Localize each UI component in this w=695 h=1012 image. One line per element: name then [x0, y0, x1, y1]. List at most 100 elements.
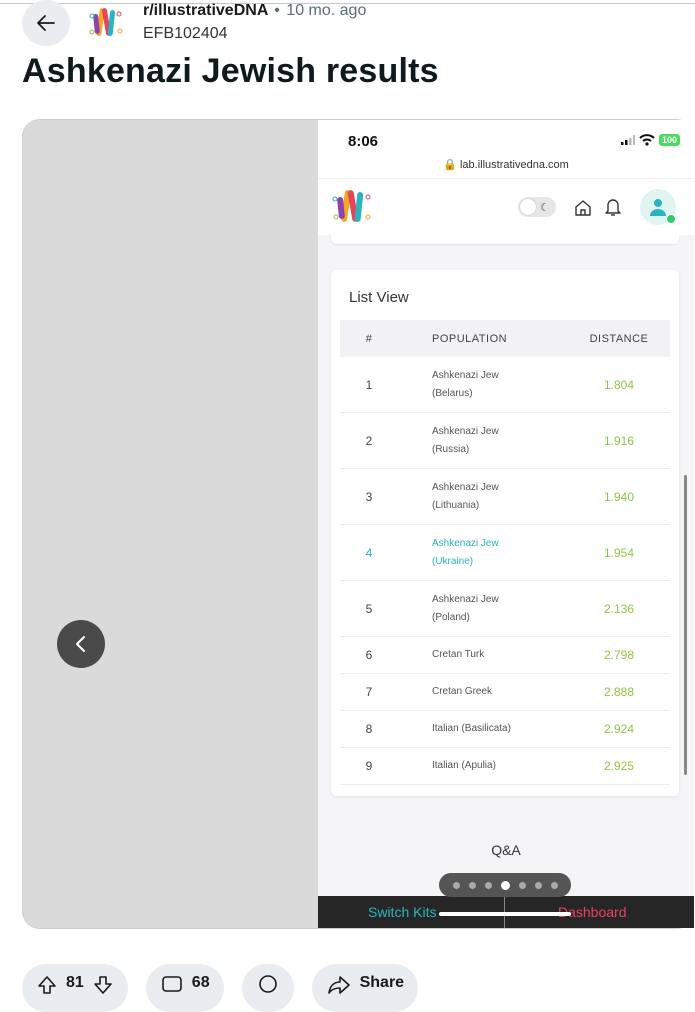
population-region: (Lithuania): [432, 499, 480, 511]
pagination-dot[interactable]: [484, 881, 492, 889]
illustrativedna-logo-icon: [89, 8, 123, 36]
post-age: 10 mo. ago: [286, 2, 367, 19]
population-name: Ashkenazi Jew: [432, 537, 499, 549]
page-scrollbar[interactable]: [684, 475, 687, 775]
comment-count: 68: [191, 974, 210, 991]
comment-icon: [161, 976, 182, 992]
row-population: Ashkenazi Jew (Belarus): [398, 367, 548, 403]
list-view-title: List View: [349, 289, 409, 306]
share-icon: [327, 976, 350, 994]
switch-kits-button[interactable]: Switch Kits: [368, 904, 436, 920]
pagination-dot[interactable]: [534, 881, 542, 889]
status-time: 8:06: [348, 133, 379, 150]
column-header-distance: DISTANCE: [589, 332, 649, 345]
row-distance: 2.924: [603, 722, 635, 736]
row-number: 1: [365, 377, 373, 392]
pagination-dot-active[interactable]: [500, 880, 510, 890]
arrow-left-icon: [37, 15, 55, 31]
gallery-previous-button[interactable]: [57, 620, 105, 668]
table-row: 2 Ashkenazi Jew (Russia) 1.916: [340, 413, 670, 469]
row-number: 3: [365, 489, 373, 504]
row-population: Ashkenazi Jew (Russia): [398, 423, 548, 459]
comments-button[interactable]: 68: [145, 964, 224, 1012]
row-number: 7: [365, 685, 373, 699]
pagination-dot[interactable]: [550, 881, 558, 889]
award-button[interactable]: [241, 964, 294, 1012]
row-distance: 2.925: [603, 759, 635, 773]
table-row: 7 Cretan Greek 2.888: [340, 674, 670, 711]
upvote-icon[interactable]: [36, 974, 58, 996]
previous-card-edge: [331, 234, 679, 244]
gallery-blurred-background: [23, 120, 319, 928]
population-name: Ashkenazi Jew: [432, 425, 499, 437]
moon-icon: ☾: [540, 201, 550, 214]
row-distance: 2.888: [603, 685, 635, 699]
app-logo[interactable]: [330, 187, 374, 232]
row-distance: 1.954: [603, 545, 635, 560]
table-row: 3 Ashkenazi Jew (Lithuania) 1.940: [340, 469, 670, 525]
row-number: 6: [365, 648, 373, 662]
bell-icon[interactable]: [604, 197, 622, 217]
population-name: Ashkenazi Jew: [432, 481, 499, 493]
illustrativedna-logo-icon: [332, 190, 371, 222]
home-indicator: [439, 912, 571, 916]
share-label: Share: [359, 974, 405, 991]
pagination-dot[interactable]: [452, 881, 460, 889]
app-header: ☾: [318, 178, 694, 235]
row-population: Italian (Basilicata): [432, 723, 511, 734]
row-number: 4: [365, 545, 373, 560]
downvote-icon[interactable]: [92, 974, 114, 996]
table-header: # POPULATION DISTANCE: [340, 320, 670, 357]
row-population: Cretan Turk: [432, 649, 485, 660]
row-population: Ashkenazi Jew (Lithuania): [398, 479, 548, 515]
url-text: lab.illustrativedna.com: [459, 159, 569, 171]
distance-table: # POPULATION DISTANCE 1 Ashkenazi Jew (B…: [340, 320, 670, 785]
dark-mode-toggle[interactable]: ☾: [518, 197, 556, 217]
table-row: 6 Cretan Turk 2.798: [340, 637, 670, 674]
table-row: 9 Italian (Apulia) 2.925: [340, 748, 670, 785]
table-row: 1 Ashkenazi Jew (Belarus) 1.804: [340, 357, 670, 413]
gallery-pagination-dots: [439, 873, 571, 897]
qa-heading: Q&A: [491, 842, 521, 858]
battery-indicator: 100: [658, 134, 680, 146]
population-region: (Ukraine): [432, 555, 474, 567]
subreddit-avatar[interactable]: [86, 4, 126, 42]
post-actions: 81 68 Share: [22, 964, 419, 1012]
table-row: 5 Ashkenazi Jew (Poland) 2.136: [340, 581, 670, 637]
award-icon: [258, 975, 277, 993]
population-region: (Belarus): [432, 387, 473, 399]
meta-separator: •: [274, 2, 280, 19]
row-population: Ashkenazi Jew (Ukraine): [398, 535, 548, 571]
population-name: Ashkenazi Jew: [432, 369, 499, 381]
signal-icon: [620, 135, 635, 145]
row-population: Cretan Greek: [432, 686, 493, 697]
share-button[interactable]: Share: [311, 964, 419, 1012]
home-icon[interactable]: [574, 199, 592, 217]
screenshot-image: 8:06 100 🔒 lab.illustrativedna.com ☾ Lis…: [318, 120, 694, 928]
user-avatar[interactable]: [640, 189, 676, 225]
population-region: (Poland): [432, 611, 470, 623]
pagination-dot[interactable]: [468, 881, 476, 889]
population-region: (Russia): [432, 443, 470, 455]
pagination-dot[interactable]: [518, 881, 526, 889]
row-distance: 1.940: [603, 489, 635, 504]
row-population: Ashkenazi Jew (Poland): [398, 591, 548, 627]
row-population: Italian (Apulia): [432, 760, 496, 771]
row-distance: 2.136: [603, 601, 635, 616]
upvote-count: 81: [66, 974, 84, 991]
population-name: Ashkenazi Jew: [432, 593, 499, 605]
row-number: 8: [365, 722, 373, 736]
list-view-card: List View # POPULATION DISTANCE 1 Ashken…: [331, 270, 679, 796]
post-author[interactable]: EFB102404: [143, 25, 228, 43]
lock-icon: 🔒: [443, 159, 457, 171]
row-number: 2: [365, 433, 373, 448]
row-distance: 1.804: [603, 377, 635, 392]
row-distance: 2.798: [603, 648, 635, 662]
back-button[interactable]: [22, 0, 70, 46]
app-bottom-bar: Switch Kits Dashboard: [318, 896, 694, 928]
row-distance: 1.916: [603, 433, 635, 448]
table-row: 8 Italian (Basilicata) 2.924: [340, 711, 670, 748]
subreddit-link[interactable]: r/illustrativeDNA: [143, 2, 268, 19]
row-number: 5: [365, 601, 373, 616]
browser-url: 🔒 lab.illustrativedna.com: [318, 158, 694, 171]
